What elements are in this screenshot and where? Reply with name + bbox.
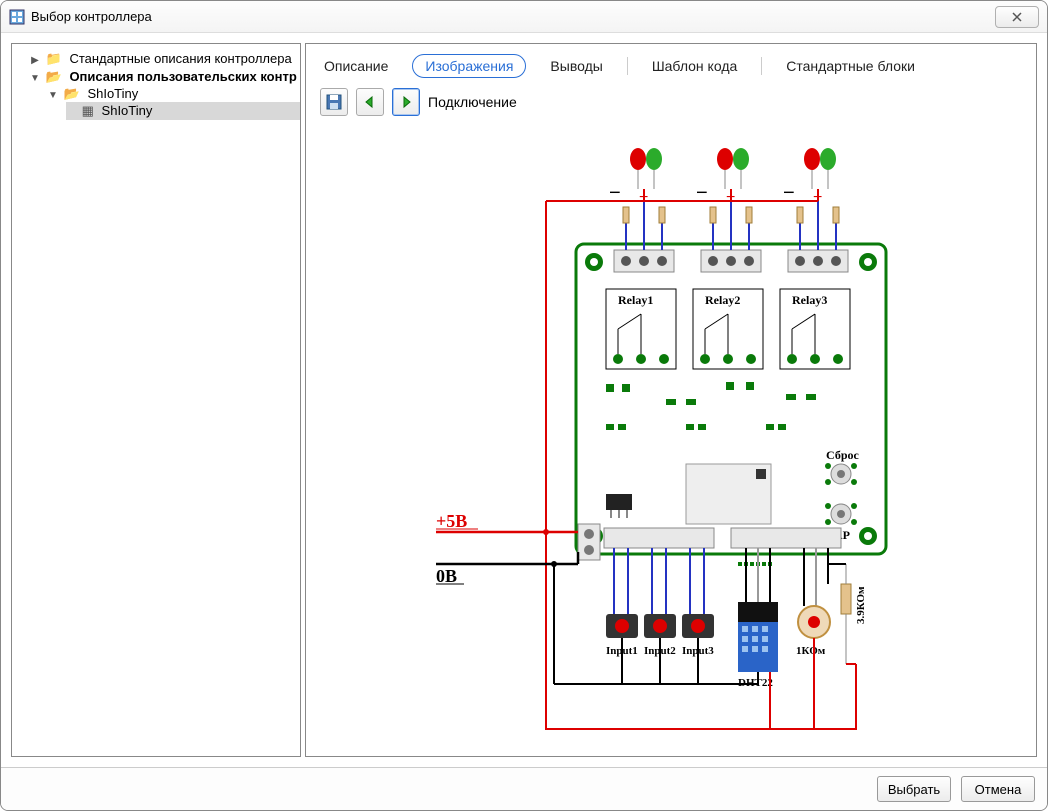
window-title: Выбор контроллера bbox=[31, 9, 995, 24]
tab-description[interactable]: Описание bbox=[320, 55, 392, 77]
tree-node-user[interactable]: ▼ 📂 Описания пользовательских контр ▼ 📂 … bbox=[30, 68, 300, 122]
tree-label: Описания пользовательских контр bbox=[69, 69, 296, 84]
svg-text:Сброс: Сброс bbox=[826, 448, 859, 462]
svg-text:0В: 0В bbox=[436, 566, 457, 586]
caret-icon[interactable]: ▼ bbox=[30, 73, 40, 84]
caret-icon[interactable]: ▼ bbox=[48, 90, 58, 101]
tab-standard-blocks[interactable]: Стандартные блоки bbox=[782, 55, 919, 77]
prev-image-button[interactable] bbox=[356, 88, 384, 116]
folder-open-icon: 📂 bbox=[64, 86, 80, 101]
tab-divider bbox=[761, 57, 762, 75]
chip-icon: ▦ bbox=[82, 103, 94, 118]
tree-node-shiotiny-item[interactable]: ▶ ▦ ShIoTiny bbox=[66, 102, 300, 120]
board-schematic: − + − bbox=[306, 124, 1026, 756]
dialog-window: Выбор контроллера ▶ 📁 Стандартные описан… bbox=[0, 0, 1048, 811]
tree-label: ShIoTiny bbox=[102, 103, 153, 118]
close-icon bbox=[1011, 12, 1023, 22]
app-icon bbox=[9, 9, 25, 25]
tab-divider bbox=[627, 57, 628, 75]
tab-pins[interactable]: Выводы bbox=[546, 55, 606, 77]
content-area: ▶ 📁 Стандартные описания контроллера ▼ 📂… bbox=[1, 33, 1047, 767]
caret-icon[interactable]: ▶ bbox=[30, 55, 40, 66]
image-name-label: Подключение bbox=[428, 94, 517, 110]
controller-tree[interactable]: ▶ 📁 Стандартные описания контроллера ▼ 📂… bbox=[12, 50, 300, 122]
tab-images[interactable]: Изображения bbox=[412, 54, 526, 78]
floppy-icon bbox=[326, 94, 342, 110]
dialog-footer: Выбрать Отмена bbox=[1, 767, 1047, 810]
image-canvas: − + − bbox=[306, 124, 1036, 756]
arrow-right-icon bbox=[399, 95, 413, 109]
next-image-button[interactable] bbox=[392, 88, 420, 116]
tree-label: Стандартные описания контроллера bbox=[69, 51, 291, 66]
svg-text:3.9КОм: 3.9КОм bbox=[855, 586, 867, 624]
image-toolbar: Подключение bbox=[306, 84, 1036, 124]
tree-label: ShIoTiny bbox=[87, 86, 138, 101]
tree-node-shiotiny-folder[interactable]: ▼ 📂 ShIoTiny ▶ ▦ ShIoTiny bbox=[48, 85, 300, 121]
tab-bar: Описание Изображения Выводы Шаблон кода … bbox=[306, 44, 1036, 84]
svg-text:Relay3: Relay3 bbox=[792, 293, 827, 307]
svg-text:1КОм: 1КОм bbox=[796, 645, 826, 657]
select-button[interactable]: Выбрать bbox=[877, 776, 951, 802]
folder-open-icon: 📂 bbox=[46, 69, 62, 84]
svg-text:+5В: +5В bbox=[436, 511, 467, 531]
tab-code-template[interactable]: Шаблон кода bbox=[648, 55, 741, 77]
svg-text:Relay2: Relay2 bbox=[705, 293, 740, 307]
tree-node-standard[interactable]: ▶ 📁 Стандартные описания контроллера bbox=[30, 50, 300, 68]
svg-text:Relay1: Relay1 bbox=[618, 293, 653, 307]
close-button[interactable] bbox=[995, 6, 1039, 28]
detail-pane: Описание Изображения Выводы Шаблон кода … bbox=[305, 43, 1037, 757]
tree-pane: ▶ 📁 Стандартные описания контроллера ▼ 📂… bbox=[11, 43, 301, 757]
arrow-left-icon bbox=[363, 95, 377, 109]
titlebar: Выбор контроллера bbox=[1, 1, 1047, 33]
folder-icon: 📁 bbox=[46, 51, 62, 66]
save-button[interactable] bbox=[320, 88, 348, 116]
cancel-button[interactable]: Отмена bbox=[961, 776, 1035, 802]
svg-text:DHT22: DHT22 bbox=[738, 677, 773, 689]
